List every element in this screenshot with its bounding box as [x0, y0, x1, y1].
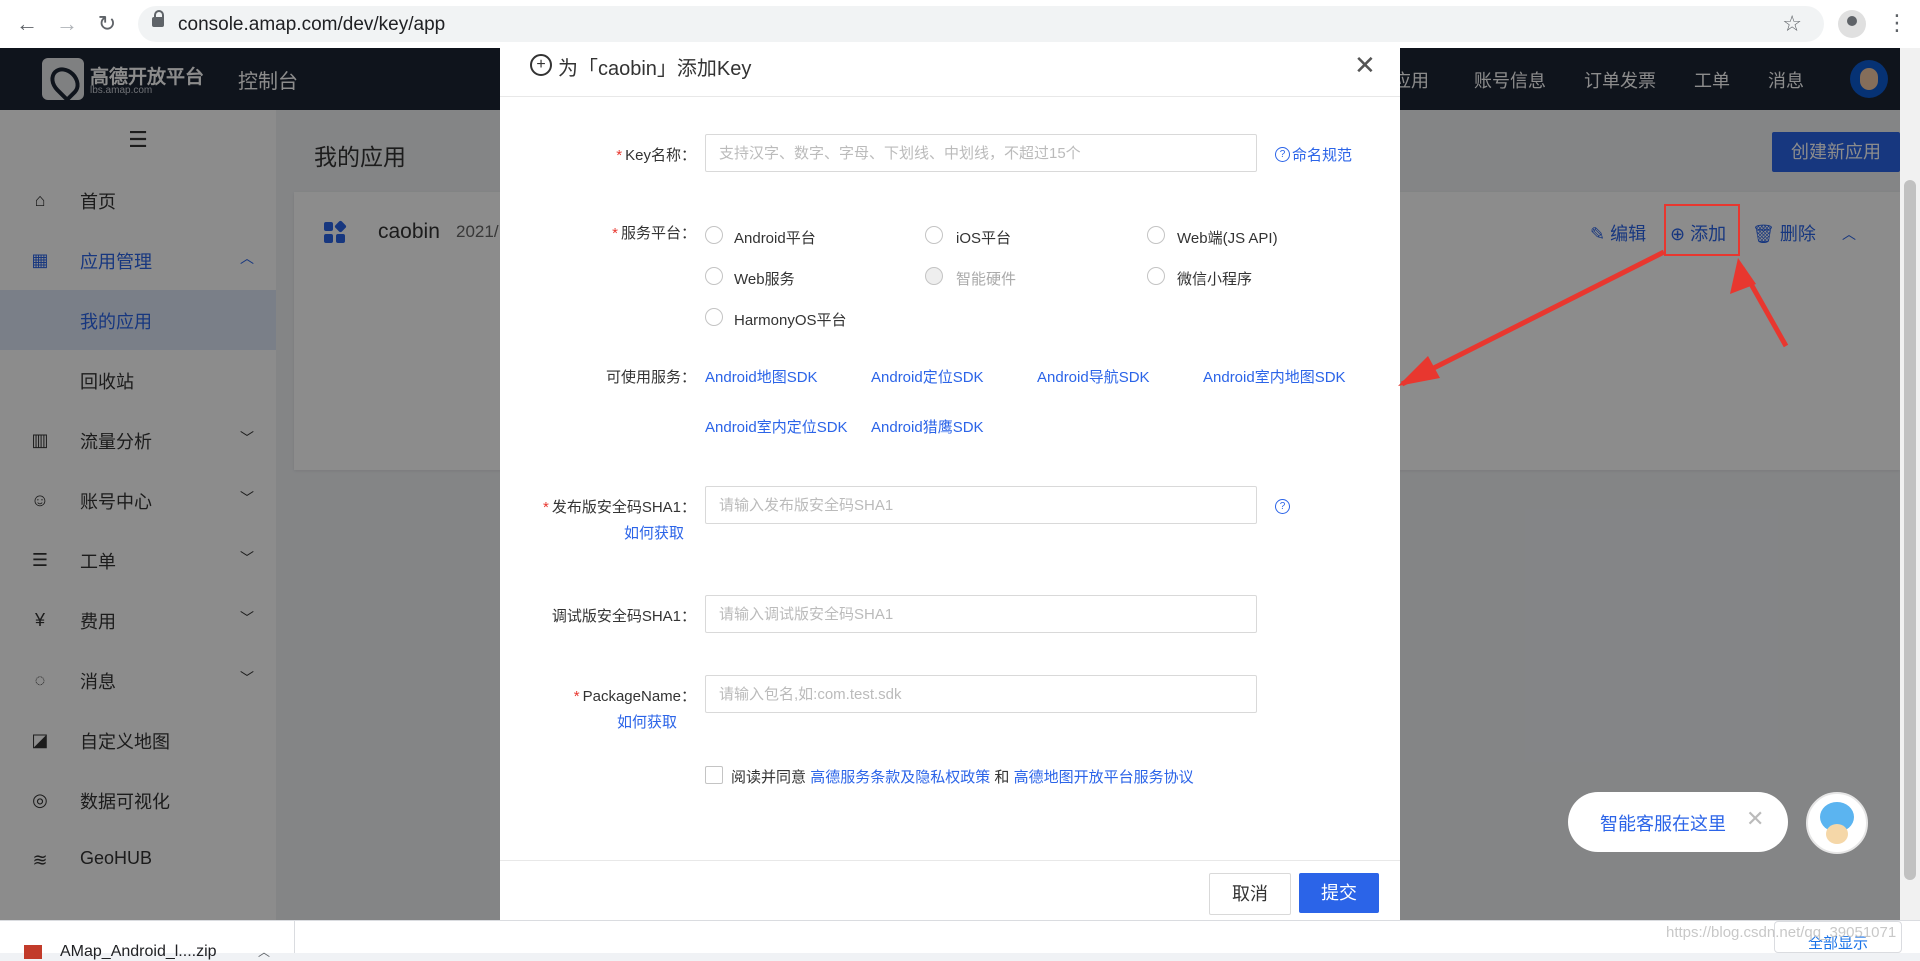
- downloads-bar: AMap_Android_l....zip ︿ 全部显示: [0, 920, 1920, 960]
- service-android-falcon-sdk[interactable]: Android猎鹰SDK: [871, 416, 984, 437]
- naming-rule-link[interactable]: 命名规范: [1292, 144, 1352, 165]
- platform-label: * 服务平台：: [612, 225, 696, 242]
- address-bar[interactable]: console.amap.com/dev/key/app ☆: [138, 6, 1824, 42]
- sha1-release-input[interactable]: [705, 486, 1257, 524]
- platform-ios-radio[interactable]: [925, 226, 943, 244]
- chat-bubble[interactable]: 智能客服在这里 ✕: [1568, 792, 1788, 852]
- agree-checkbox[interactable]: [705, 766, 723, 784]
- platform-harmonyos-label[interactable]: HarmonyOS平台: [734, 309, 847, 330]
- platform-web-service-label[interactable]: Web服务: [734, 268, 795, 289]
- services-label: 可使用服务：: [605, 369, 696, 386]
- watermark: https://blog.csdn.net/qq_39051071: [1666, 924, 1897, 941]
- browser-toolbar: ← → ↻ console.amap.com/dev/key/app ☆ ⋮: [0, 0, 1920, 49]
- chat-text[interactable]: 智能客服在这里: [1600, 810, 1726, 836]
- page-scrollbar[interactable]: [1900, 48, 1920, 920]
- platform-web-jsapi-label[interactable]: Web端(JS API): [1177, 227, 1278, 248]
- platform-wechat-miniprogram-label[interactable]: 微信小程序: [1177, 268, 1252, 289]
- service-android-indoor-location-sdk[interactable]: Android室内定位SDK: [705, 416, 848, 437]
- cancel-button[interactable]: 取消: [1209, 873, 1291, 915]
- platform-agreement-link[interactable]: 高德地图开放平台服务协议: [1014, 769, 1194, 786]
- scrollbar-thumb[interactable]: [1904, 180, 1916, 880]
- help-icon[interactable]: ?: [1275, 499, 1290, 514]
- help-icon: ?: [1275, 147, 1290, 162]
- add-key-modal: + 为「caobin」添加Key ✕ *Key名称： ? 命名规范 *服务平台：…: [500, 48, 1400, 920]
- platform-web-jsapi-radio[interactable]: [1147, 226, 1165, 244]
- platform-web-service-radio[interactable]: [705, 267, 723, 285]
- annotation-highlight-box: [1664, 204, 1740, 256]
- sha1-release-label: * 发布版安全码SHA1：: [542, 499, 696, 516]
- forward-icon[interactable]: →: [54, 11, 80, 37]
- platform-ios-label[interactable]: iOS平台: [956, 227, 1011, 248]
- terms-privacy-link[interactable]: 高德服务条款及隐私权政策: [810, 769, 990, 786]
- close-icon[interactable]: ✕: [1354, 50, 1376, 81]
- platform-smart-hardware-radio: [925, 267, 943, 285]
- sha1-debug-input[interactable]: [705, 595, 1257, 633]
- platform-android-label[interactable]: Android平台: [734, 227, 816, 248]
- submit-button[interactable]: 提交: [1299, 873, 1379, 913]
- modal-header: + 为「caobin」添加Key ✕: [500, 48, 1400, 97]
- url-text[interactable]: console.amap.com/dev/key/app: [178, 14, 445, 36]
- download-filename[interactable]: AMap_Android_l....zip: [60, 943, 217, 961]
- sha1-how-to-get-link[interactable]: 如何获取: [624, 522, 684, 543]
- service-android-location-sdk[interactable]: Android定位SDK: [871, 366, 984, 387]
- platform-smart-hardware-label: 智能硬件: [956, 271, 1017, 288]
- platform-android-radio[interactable]: [705, 226, 723, 244]
- service-android-indoor-map-sdk[interactable]: Android室内地图SDK: [1203, 366, 1346, 387]
- key-name-label: * Key名称：: [616, 147, 696, 164]
- package-how-to-get-link[interactable]: 如何获取: [617, 711, 677, 732]
- reload-icon[interactable]: ↻: [94, 11, 120, 37]
- lock-icon: [152, 10, 164, 27]
- zip-file-icon: [24, 945, 42, 959]
- agreement-text: 阅读并同意 高德服务条款及隐私权政策 和 高德地图开放平台服务协议: [731, 769, 1194, 786]
- service-android-navi-sdk[interactable]: Android导航SDK: [1037, 366, 1150, 387]
- chatbot-avatar-icon[interactable]: [1806, 792, 1868, 854]
- sha1-debug-label: 调试版安全码SHA1：: [551, 608, 696, 625]
- package-name-input[interactable]: [705, 675, 1257, 713]
- divider: [294, 921, 295, 953]
- key-name-input[interactable]: [705, 134, 1257, 172]
- browser-profile-icon[interactable]: [1838, 10, 1866, 38]
- bookmark-star-icon[interactable]: ☆: [1782, 11, 1802, 37]
- back-icon[interactable]: ←: [14, 11, 40, 37]
- service-android-map-sdk[interactable]: Android地图SDK: [705, 366, 818, 387]
- modal-title: 为「caobin」添加Key: [558, 58, 752, 80]
- platform-wechat-miniprogram-radio[interactable]: [1147, 267, 1165, 285]
- package-name-label: * PackageName：: [573, 688, 696, 705]
- close-icon[interactable]: ✕: [1746, 806, 1764, 832]
- modal-footer: 取消 提交: [500, 860, 1400, 921]
- add-circle-icon: +: [530, 54, 552, 76]
- browser-menu-icon[interactable]: ⋮: [1886, 10, 1908, 36]
- platform-harmonyos-radio[interactable]: [705, 308, 723, 326]
